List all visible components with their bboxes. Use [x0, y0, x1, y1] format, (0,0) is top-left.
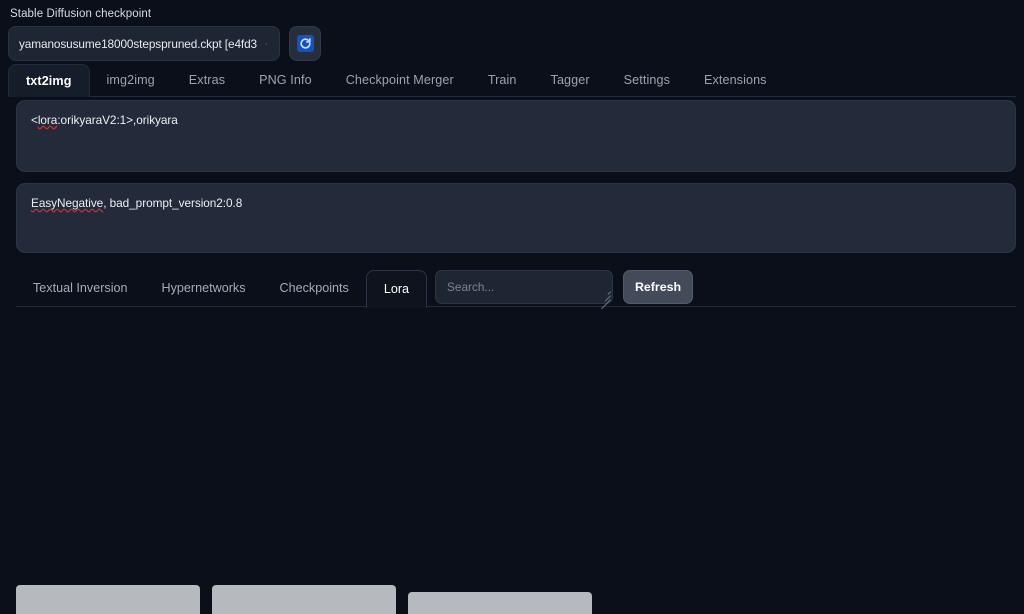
positive-prompt-rest: :orikyaraV2:1>,orikyara	[57, 113, 178, 127]
tab-settings[interactable]: Settings	[607, 63, 687, 96]
tab-train[interactable]: Train	[471, 63, 534, 96]
main-tab-bar: txt2img img2img Extras PNG Info Checkpoi…	[8, 63, 1016, 97]
checkpoint-row: Stable Diffusion checkpoint yamanosusume…	[8, 8, 338, 61]
tab-extras[interactable]: Extras	[172, 63, 242, 96]
lora-card[interactable]: NOPREVIEWorikyaraV2	[408, 592, 592, 614]
en-tab-checkpoints[interactable]: Checkpoints	[263, 269, 366, 307]
tab-tagger[interactable]: Tagger	[534, 63, 607, 96]
card-preview-placeholder: NOPREVIEW	[212, 585, 396, 614]
negative-prompt-text: EasyNegative, bad_prompt_version2:0.8	[31, 196, 1001, 211]
card-preview-placeholder: NOPREVIEW	[16, 585, 200, 614]
negative-prompt-misspelled-word: EasyNegative	[31, 196, 104, 210]
extra-networks-panel: Textual Inversion Hypernetworks Checkpoi…	[16, 262, 1016, 614]
checkpoint-dropdown[interactable]: yamanosusume18000stepspruned.ckpt [e4fd3…	[8, 26, 280, 61]
tab-extensions[interactable]: Extensions	[687, 63, 784, 96]
en-tab-textual-inversion[interactable]: Textual Inversion	[16, 269, 145, 307]
extra-networks-search-wrap	[435, 270, 614, 310]
extra-networks-card-grid: NOPREVIEWfigma NOPREVIEWlast NOPREVIEWorik…	[16, 585, 592, 614]
en-tab-lora[interactable]: Lora	[365, 270, 428, 308]
negative-prompt-rest: , bad_prompt_version2:0.8	[103, 196, 243, 210]
card-preview-placeholder: NOPREVIEW	[408, 592, 592, 614]
checkpoint-label: Stable Diffusion checkpoint	[10, 8, 152, 20]
extra-networks-refresh-button[interactable]: Refresh	[623, 270, 694, 304]
refresh-circular-arrow-icon	[296, 35, 314, 52]
tab-txt2img[interactable]: txt2img	[8, 64, 90, 97]
tab-checkpoint-merger[interactable]: Checkpoint Merger	[329, 63, 471, 96]
checkpoint-controls: yamanosusume18000stepspruned.ckpt [e4fd3…	[8, 26, 338, 61]
positive-prompt-textarea[interactable]: <lora:orikyaraV2:1>,orikyara	[16, 100, 1016, 172]
positive-prompt-misspelled-word: lora	[37, 113, 58, 127]
refresh-checkpoints-button[interactable]	[289, 26, 321, 61]
chevron-down-icon: ·	[265, 39, 268, 48]
lora-card[interactable]: NOPREVIEWfigma	[16, 585, 200, 614]
checkpoint-selected-value: yamanosusume18000stepspruned.ckpt [e4fd3…	[19, 36, 257, 51]
negative-prompt-textarea[interactable]: EasyNegative, bad_prompt_version2:0.8	[16, 183, 1016, 253]
lora-card[interactable]: NOPREVIEWlast	[212, 585, 396, 614]
extra-networks-search-input[interactable]	[435, 270, 614, 304]
positive-prompt-prefix: <	[31, 113, 38, 127]
tab-img2img[interactable]: img2img	[90, 63, 172, 96]
en-tab-hypernetworks[interactable]: Hypernetworks	[145, 269, 263, 307]
extra-networks-tab-bar: Textual Inversion Hypernetworks Checkpoi…	[16, 262, 1016, 310]
positive-prompt-text: <lora:orikyaraV2:1>,orikyara	[31, 113, 1001, 128]
tab-png-info[interactable]: PNG Info	[242, 63, 329, 96]
